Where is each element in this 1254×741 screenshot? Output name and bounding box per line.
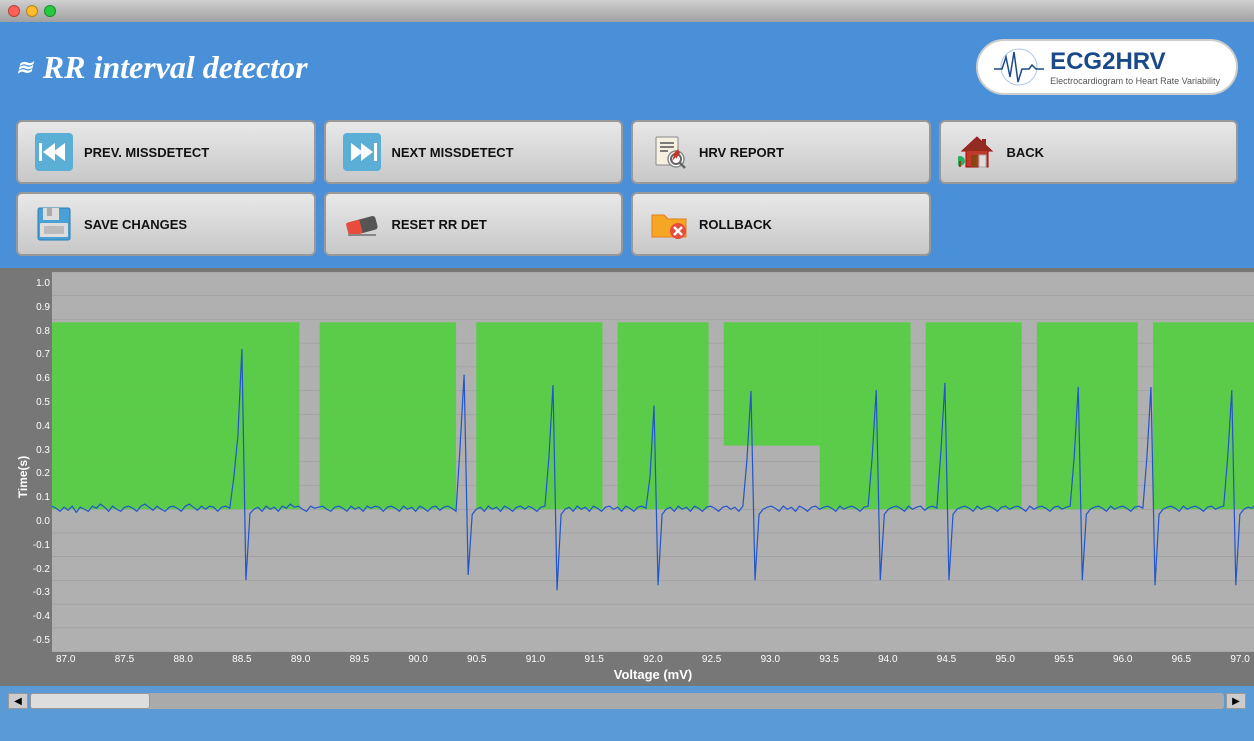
x-tick-8: 91.0	[526, 654, 545, 665]
scroll-left-button[interactable]: ◀	[8, 693, 28, 709]
ecg-logo-icon	[994, 47, 1044, 87]
x-tick-6: 90.0	[408, 654, 427, 665]
rollback-label: ROLLBACK	[699, 217, 772, 232]
scrollbar-thumb[interactable]	[30, 693, 150, 709]
x-tick-17: 95.5	[1054, 654, 1073, 665]
x-tick-2: 88.0	[173, 654, 192, 665]
x-tick-16: 95.0	[996, 654, 1015, 665]
save-changes-button[interactable]: SAVE CHANGES	[16, 192, 316, 256]
y-tick-06: 0.6	[2, 373, 50, 384]
chart-svg-container	[52, 272, 1254, 652]
y-tick-n02: -0.2	[2, 564, 50, 575]
y-tick-07: 0.7	[2, 349, 50, 360]
scroll-right-button[interactable]: ▶	[1226, 693, 1246, 709]
logo-subtext: Electrocardiogram to Heart Rate Variabil…	[1050, 76, 1220, 86]
prev-missdetect-button[interactable]: PREV. MISSDETECT	[16, 120, 316, 184]
x-tick-18: 96.0	[1113, 654, 1132, 665]
prev-missdetect-label: PREV. MISSDETECT	[84, 145, 209, 160]
report-icon	[649, 132, 689, 172]
scrollbar-area: ◀ ▶	[0, 686, 1254, 716]
y-tick-00: 0.0	[2, 516, 50, 527]
rewind-icon	[34, 132, 74, 172]
back-button[interactable]: BACK	[939, 120, 1239, 184]
save-icon	[34, 204, 74, 244]
x-tick-10: 92.0	[643, 654, 662, 665]
x-ticks: 87.0 87.5 88.0 88.5 89.0 89.5 90.0 90.5 …	[52, 652, 1254, 667]
x-tick-13: 93.5	[819, 654, 838, 665]
chart-area: Time(s) 1.0 0.9 0.8 0.7 0.6 0.5 0.4 0.3 …	[0, 268, 1254, 686]
x-tick-3: 88.5	[232, 654, 251, 665]
folder-x-icon	[649, 204, 689, 244]
x-tick-11: 92.5	[702, 654, 721, 665]
x-tick-9: 91.5	[584, 654, 603, 665]
header: ≋ RR interval detector ECG2HRV Electroca…	[0, 22, 1254, 112]
y-tick-05: 0.5	[2, 397, 50, 408]
x-tick-20: 97.0	[1230, 654, 1249, 665]
close-btn[interactable]	[8, 5, 20, 17]
fastforward-icon	[342, 132, 382, 172]
x-tick-15: 94.5	[937, 654, 956, 665]
y-tick-n04: -0.4	[2, 611, 50, 622]
toolbar: PREV. MISSDETECT NEXT MISSDETECT	[0, 112, 1254, 268]
reset-rr-label: RESET RR DET	[392, 217, 487, 232]
ecg-chart	[52, 272, 1254, 652]
x-tick-1: 87.5	[115, 654, 134, 665]
x-axis-label: Voltage (mV)	[52, 667, 1254, 686]
next-missdetect-label: NEXT MISSDETECT	[392, 145, 514, 160]
home-icon	[957, 132, 997, 172]
y-tick-04: 0.4	[2, 421, 50, 432]
x-tick-12: 93.0	[761, 654, 780, 665]
logo-area: ECG2HRV Electrocardiogram to Heart Rate …	[976, 39, 1238, 95]
y-tick-03: 0.3	[2, 445, 50, 456]
x-tick-0: 87.0	[56, 654, 75, 665]
app-title: ≋ RR interval detector	[16, 49, 308, 86]
back-label: BACK	[1007, 145, 1045, 160]
logo-box: ECG2HRV Electrocardiogram to Heart Rate …	[976, 39, 1238, 95]
y-tick-n05: -0.5	[2, 635, 50, 646]
x-tick-19: 96.5	[1172, 654, 1191, 665]
y-tick-09: 0.9	[2, 302, 50, 313]
title-bar	[0, 0, 1254, 22]
logo-text-area: ECG2HRV Electrocardiogram to Heart Rate …	[1050, 48, 1220, 86]
scrollbar-track[interactable]	[30, 693, 1224, 709]
rollback-button[interactable]: ROLLBACK	[631, 192, 931, 256]
eraser-icon	[342, 204, 382, 244]
hrv-report-button[interactable]: HRV REPORT	[631, 120, 931, 184]
save-changes-label: SAVE CHANGES	[84, 217, 187, 232]
app-title-text: RR interval detector	[43, 49, 308, 86]
x-tick-14: 94.0	[878, 654, 897, 665]
reset-rr-button[interactable]: RESET RR DET	[324, 192, 624, 256]
x-tick-5: 89.5	[350, 654, 369, 665]
hrv-report-label: HRV REPORT	[699, 145, 784, 160]
y-tick-n01: -0.1	[2, 540, 50, 551]
y-tick-10: 1.0	[2, 278, 50, 289]
y-tick-n03: -0.3	[2, 587, 50, 598]
x-tick-7: 90.5	[467, 654, 486, 665]
maximize-btn[interactable]	[44, 5, 56, 17]
x-tick-4: 89.0	[291, 654, 310, 665]
y-tick-08: 0.8	[2, 326, 50, 337]
minimize-btn[interactable]	[26, 5, 38, 17]
y-axis-label: Time(s)	[16, 456, 30, 498]
logo-brand: ECG2HRV	[1050, 48, 1166, 75]
next-missdetect-button[interactable]: NEXT MISSDETECT	[324, 120, 624, 184]
